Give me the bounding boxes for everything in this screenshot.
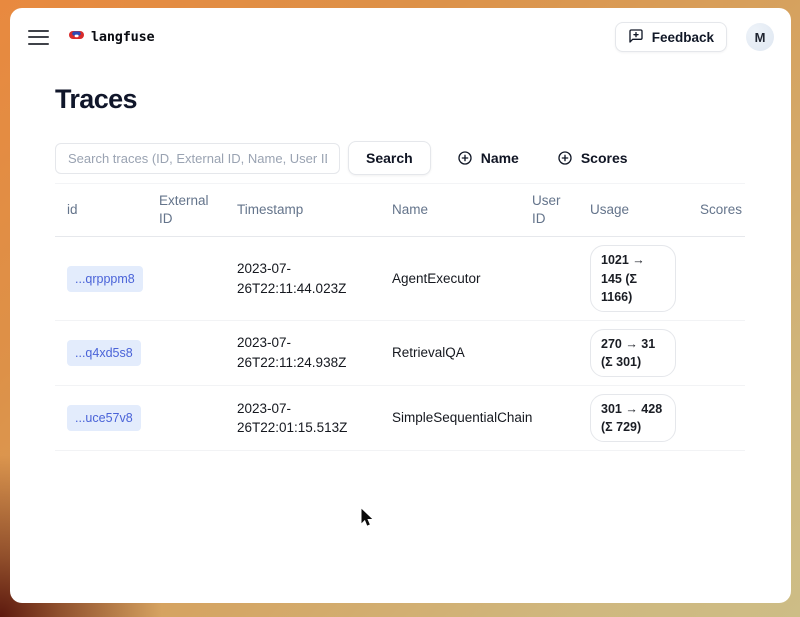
- trace-id-link[interactable]: ...uce57v8: [67, 405, 141, 431]
- menu-icon[interactable]: [28, 30, 49, 45]
- table-row[interactable]: ...uce57v8 2023-07-26T22:01:15.513Z Simp…: [55, 386, 745, 451]
- name-cell: SimpleSequentialChain: [380, 386, 520, 451]
- avatar[interactable]: M: [746, 23, 774, 51]
- column-header-name: Name: [380, 184, 520, 237]
- feedback-button[interactable]: Feedback: [615, 22, 727, 52]
- langfuse-logo-icon: [69, 28, 84, 46]
- filter-button-name[interactable]: Name: [445, 141, 531, 175]
- trace-id-link[interactable]: ...qrpppm8: [67, 266, 143, 292]
- user-id-cell: [520, 320, 578, 385]
- app-window: langfuse Feedback M Traces: [10, 8, 791, 603]
- trace-id-link[interactable]: ...q4xd5s8: [67, 340, 141, 366]
- brand-name: langfuse: [91, 29, 154, 45]
- search-button[interactable]: Search: [348, 141, 431, 175]
- usage-badge: 270 → 31 (Σ 301): [590, 329, 676, 377]
- timestamp-cell: 2023-07-26T22:11:24.938Z: [225, 320, 380, 385]
- column-header-external-id: External ID: [147, 184, 225, 237]
- usage-badge: 301 → 428 (Σ 729): [590, 394, 676, 442]
- topbar: langfuse Feedback M: [10, 8, 791, 53]
- main-content: Traces Search Name: [10, 85, 791, 451]
- external-id-cell: [147, 386, 225, 451]
- page-title: Traces: [55, 85, 746, 114]
- topbar-right: Feedback M: [615, 22, 774, 52]
- column-header-user-id: User ID: [520, 184, 578, 237]
- name-cell: RetrievalQA: [380, 320, 520, 385]
- column-header-timestamp: Timestamp: [225, 184, 380, 237]
- feedback-label: Feedback: [652, 30, 714, 45]
- timestamp-cell: 2023-07-26T22:11:44.023Z: [225, 237, 380, 320]
- external-id-cell: [147, 320, 225, 385]
- brand[interactable]: langfuse: [69, 28, 154, 46]
- traces-table: id External ID Timestamp Name User ID Us…: [55, 183, 746, 451]
- external-id-cell: [147, 237, 225, 320]
- filter-scores-label: Scores: [581, 150, 628, 166]
- user-id-cell: [520, 237, 578, 320]
- scores-cell: [688, 386, 745, 451]
- timestamp-cell: 2023-07-26T22:01:15.513Z: [225, 386, 380, 451]
- table-header-row: id External ID Timestamp Name User ID Us…: [55, 184, 745, 237]
- table-row[interactable]: ...q4xd5s8 2023-07-26T22:11:24.938Z Retr…: [55, 320, 745, 385]
- toolbar: Search Name: [55, 141, 746, 175]
- topbar-left: langfuse: [28, 28, 154, 46]
- filter-button-scores[interactable]: Scores: [545, 141, 640, 175]
- table-row[interactable]: ...qrpppm8 2023-07-26T22:11:44.023Z Agen…: [55, 237, 745, 320]
- column-header-usage: Usage: [578, 184, 688, 237]
- filter-name-label: Name: [481, 150, 519, 166]
- column-header-id: id: [55, 184, 147, 237]
- usage-badge: 1021 → 145 (Σ 1166): [590, 245, 676, 311]
- column-header-scores: Scores: [688, 184, 745, 237]
- scores-cell: [688, 237, 745, 320]
- message-square-plus-icon: [628, 28, 644, 47]
- search-input[interactable]: [55, 143, 340, 174]
- plus-circle-icon: [457, 150, 473, 166]
- plus-circle-icon: [557, 150, 573, 166]
- avatar-initial: M: [755, 30, 766, 45]
- name-cell: AgentExecutor: [380, 237, 520, 320]
- scores-cell: [688, 320, 745, 385]
